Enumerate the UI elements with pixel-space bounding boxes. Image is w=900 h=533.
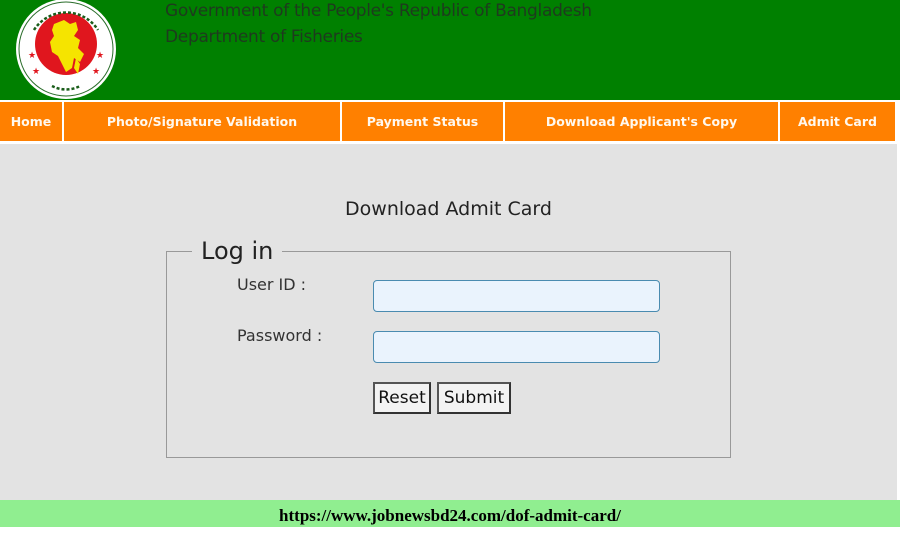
nav-admit-card[interactable]: Admit Card <box>780 102 895 141</box>
site-header: ★ ★ ★ ★ Government of the People's Repub… <box>0 0 900 100</box>
nav-home[interactable]: Home <box>0 102 62 141</box>
page-title: Download Admit Card <box>345 198 552 220</box>
submit-button[interactable]: Submit <box>437 382 511 414</box>
svg-text:★: ★ <box>92 67 100 77</box>
login-legend: Log in <box>192 237 283 265</box>
nav-photo-signature-validation[interactable]: Photo/Signature Validation <box>64 102 340 141</box>
bangladesh-government-seal-icon: ★ ★ ★ ★ <box>16 0 116 99</box>
department-title: Department of Fisheries <box>165 27 363 47</box>
user-id-input[interactable] <box>373 280 660 312</box>
reset-button[interactable]: Reset <box>373 382 431 414</box>
bottom-strip <box>0 527 900 533</box>
password-input[interactable] <box>373 331 660 363</box>
main-nav: Home Photo/Signature Validation Payment … <box>0 100 900 144</box>
government-title: Government of the People's Republic of B… <box>165 1 592 21</box>
svg-text:★: ★ <box>32 67 40 77</box>
password-label: Password : <box>237 326 323 345</box>
svg-text:★: ★ <box>96 51 104 61</box>
user-id-label: User ID : <box>237 275 307 294</box>
nav-download-applicants-copy[interactable]: Download Applicant's Copy <box>505 102 778 141</box>
footer-url-text: https://www.jobnewsbd24.com/dof-admit-ca… <box>279 506 621 525</box>
svg-text:★: ★ <box>28 51 36 61</box>
footer-url-banner: https://www.jobnewsbd24.com/dof-admit-ca… <box>0 500 900 527</box>
nav-payment-status[interactable]: Payment Status <box>342 102 503 141</box>
